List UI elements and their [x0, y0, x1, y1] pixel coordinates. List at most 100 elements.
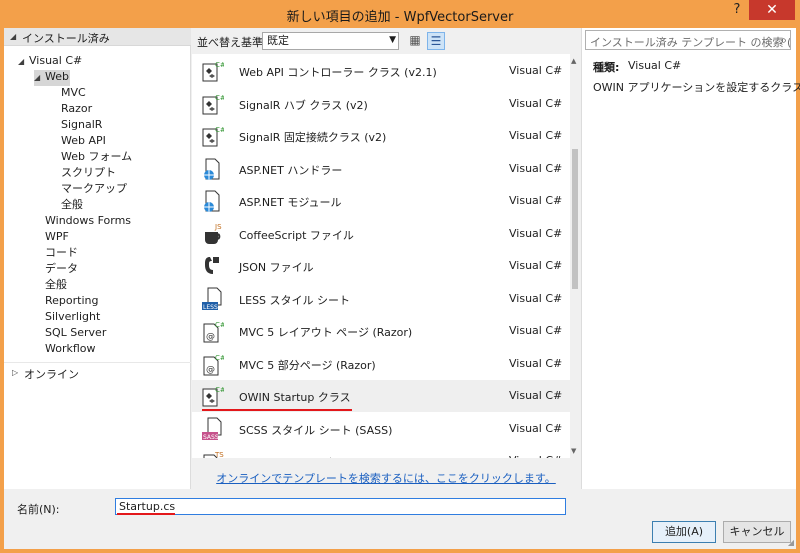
sort-select[interactable]: 既定 ▼ — [262, 32, 399, 50]
tree-item[interactable]: 全般 — [45, 277, 67, 293]
tree-item[interactable]: SQL Server — [45, 325, 106, 341]
collapse-triangle-icon: ◢ — [10, 32, 17, 41]
template-name: LESS スタイル シート — [239, 293, 351, 307]
online-search-link[interactable]: オンラインでテンプレートを検索するには、ここをクリックします。 — [216, 472, 556, 485]
template-row[interactable]: C# SignalR 固定接続クラス (v2) Visual C# — [192, 120, 570, 152]
template-row[interactable]: LESS LESS スタイル シート Visual C# — [192, 283, 570, 315]
template-scrollbar[interactable]: ▲ ▼ — [570, 54, 580, 458]
scss-icon: SASS — [202, 417, 224, 441]
search-placeholder: インストール済み テンプレート の検索 (Ctrl+E) — [590, 36, 791, 49]
template-name: MVC 5 レイアウト ページ (Razor) — [239, 326, 413, 339]
template-name: MVC 5 部分ページ (Razor) — [239, 358, 376, 372]
template-type: Visual C# — [509, 324, 563, 337]
template-name: SignalR ハブ クラス (v2) — [239, 98, 368, 112]
template-name: Web API コントローラー クラス (v2.1) — [239, 66, 437, 79]
template-row[interactable]: JS CoffeeScript ファイル Visual C# — [192, 218, 570, 250]
template-row[interactable]: ASP.NET モジュール Visual C# — [192, 185, 570, 217]
tree-item[interactable]: Visual C# — [29, 53, 82, 69]
svg-text:C#: C# — [215, 354, 224, 362]
tree-item[interactable]: MVC — [61, 85, 86, 101]
tree-item[interactable]: Web API — [61, 133, 106, 149]
template-row[interactable]: @C# MVC 5 部分ページ (Razor) Visual C# — [192, 348, 570, 380]
template-row[interactable]: C# SignalR ハブ クラス (v2) Visual C# — [192, 88, 570, 120]
template-search-input[interactable]: インストール済み テンプレート の検索 (Ctrl+E) ⌕ — [585, 30, 791, 50]
tree-item[interactable]: Web フォーム — [61, 149, 132, 165]
svg-text:C#: C# — [215, 321, 224, 329]
tree-item[interactable]: Windows Forms — [45, 213, 131, 229]
svg-text:TS: TS — [214, 451, 224, 458]
search-icon[interactable]: ⌕ — [780, 33, 787, 48]
close-button[interactable]: ✕ — [749, 0, 795, 20]
template-description: OWIN アプリケーションを設定するクラス — [593, 81, 800, 94]
template-type: Visual C# — [509, 64, 563, 77]
template-row[interactable]: JSON ファイル Visual C# — [192, 250, 570, 282]
scroll-up-icon[interactable]: ▲ — [571, 57, 576, 65]
resize-grip-icon[interactable]: ◢ — [788, 538, 794, 547]
template-row[interactable]: C# Web API コントローラー クラス (v2.1) Visual C# — [192, 55, 570, 87]
name-input[interactable]: Startup.cs — [115, 498, 566, 515]
category-tree: ◢ インストール済み ◢ Visual C# ◢ Web MVC Razor SignalR… — [4, 28, 191, 489]
web-handler-icon — [202, 157, 224, 181]
tree-item[interactable]: WPF — [45, 229, 69, 245]
template-name: CoffeeScript ファイル — [239, 228, 354, 242]
tree-item[interactable]: Razor — [61, 101, 92, 117]
scroll-thumb[interactable] — [572, 149, 578, 289]
help-button[interactable]: ? — [728, 2, 746, 22]
tree-item[interactable]: コード — [45, 245, 78, 261]
template-row[interactable]: @C# MVC 5 レイアウト ページ (Razor) Visual C# — [192, 315, 570, 347]
template-name: JSON ファイル — [239, 261, 314, 274]
tree-item[interactable]: 全般 — [61, 197, 83, 213]
template-type: Visual C# — [509, 96, 563, 110]
kind-value: Visual C# — [628, 59, 682, 72]
template-name: ASP.NET モジュール — [239, 196, 342, 209]
template-name: OWIN Startup クラス — [239, 391, 351, 404]
template-row[interactable]: C# OWIN Startup クラス Visual C# — [192, 380, 570, 412]
json-icon — [202, 254, 224, 278]
template-type: Visual C# — [509, 194, 563, 207]
tree-item[interactable]: SignalR — [61, 117, 102, 133]
name-red-underline — [117, 513, 175, 515]
tree-expanded-triangle-icon[interactable]: ◢ — [18, 57, 24, 66]
csharp-class-icon: C# — [202, 384, 226, 408]
window-title: 新しい項目の追加 - WpfVectorServer — [286, 10, 514, 25]
tree-item[interactable]: Reporting — [45, 293, 98, 309]
tree-item[interactable]: データ — [45, 261, 78, 277]
tree-item[interactable]: マークアップ — [61, 181, 127, 197]
name-label: 名前(N): — [17, 503, 60, 516]
add-button[interactable]: 追加(A) — [652, 521, 716, 543]
online-label: オンライン — [24, 368, 79, 381]
tree-item[interactable]: スクリプト — [61, 165, 116, 181]
tree-expanded-triangle-icon[interactable]: ◢ — [34, 73, 40, 82]
grid-view-icon[interactable]: ▦ — [406, 32, 424, 50]
online-header[interactable]: ▷ オンライン — [4, 362, 191, 382]
template-list: C# Web API コントローラー クラス (v2.1) Visual C# C# S… — [192, 54, 570, 458]
template-row[interactable]: ASP.NET ハンドラー Visual C# — [192, 153, 570, 185]
template-type: Visual C# — [509, 129, 563, 142]
list-view-icon[interactable]: ☰ — [427, 32, 445, 50]
template-name: SCSS スタイル シート (SASS) — [239, 423, 393, 437]
title-bar[interactable]: 新しい項目の追加 - WpfVectorServer ? ✕ — [0, 0, 800, 28]
csharp-class-icon: C# — [202, 92, 226, 116]
tree-item[interactable]: Silverlight — [45, 309, 100, 325]
template-row[interactable]: TSTypeScript ファイルVisual C# — [192, 445, 570, 458]
template-name: SignalR 固定接続クラス (v2) — [239, 131, 387, 144]
tree-item[interactable]: Workflow — [45, 341, 96, 357]
template-type: Visual C# — [509, 389, 563, 402]
tree-item[interactable]: Web — [45, 69, 69, 85]
typescript-icon: TS — [202, 449, 224, 458]
web-module-icon — [202, 189, 224, 213]
installed-label: インストール済み — [22, 32, 110, 45]
template-type: Visual C# — [509, 421, 563, 435]
scroll-down-icon[interactable]: ▼ — [571, 447, 576, 455]
template-row[interactable]: SASS SCSS スタイル シート (SASS) Visual C# — [192, 413, 570, 445]
cancel-button[interactable]: キャンセル — [723, 521, 791, 543]
svg-text:SASS: SASS — [203, 434, 219, 441]
coffeescript-icon: JS — [202, 222, 224, 246]
template-pane: 並べ替え基準: 既定 ▼ ▦ ☰ C# Web API コントローラー クラス (… — [192, 28, 580, 489]
svg-text:@: @ — [206, 365, 215, 375]
installed-header[interactable]: ◢ インストール済み — [4, 28, 191, 46]
razor-page-icon: @C# — [202, 352, 226, 376]
expand-triangle-icon: ▷ — [12, 368, 19, 377]
chevron-down-icon: ▼ — [389, 35, 396, 45]
razor-page-icon: @C# — [202, 319, 226, 343]
